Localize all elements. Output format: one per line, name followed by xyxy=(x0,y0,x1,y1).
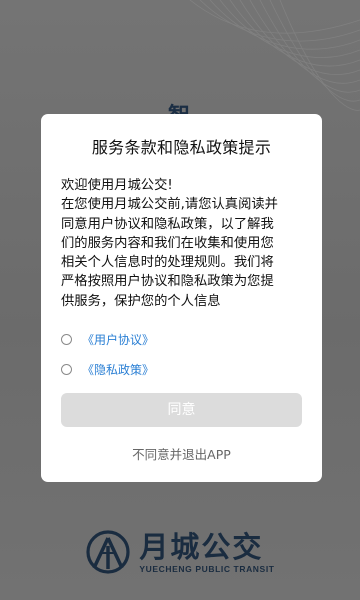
dialog-title: 服务条款和隐私政策提示 xyxy=(91,138,272,157)
body-line: 供服务，保护您的个人信息 xyxy=(61,293,221,309)
yuecheng-transit-logo-icon xyxy=(86,530,131,574)
user-agreement-option[interactable]: 《用户协议》 xyxy=(61,329,302,349)
privacy-policy-link[interactable]: 《隐私政策》 xyxy=(82,361,154,378)
agreement-options: 《用户协议》 《隐私政策》 xyxy=(61,329,302,379)
decline-and-exit-link[interactable]: 不同意并退出APP xyxy=(41,444,322,463)
body-line: 严格按照用户协议和隐私政策为您提 xyxy=(61,274,274,290)
agree-button[interactable]: 同意 xyxy=(61,393,302,427)
brand-name-en: YUECHENG PUBLIC TRANSIT xyxy=(139,563,275,574)
body-line: 同意用户协议和隐私政策，以了解我 xyxy=(61,216,274,232)
user-agreement-link[interactable]: 《用户协议》 xyxy=(82,331,154,348)
privacy-policy-option[interactable]: 《隐私政策》 xyxy=(61,359,302,379)
brand-wordmark: 月城公交 YUECHENG PUBLIC TRANSIT xyxy=(139,531,274,574)
dialog-body: 欢迎使用月城公交! 在您使用月城公交前,请您认真阅读并 同意用户协议和隐私政策，… xyxy=(61,176,302,311)
body-line: 们的服务内容和我们在收集和使用您 xyxy=(61,235,274,251)
body-line: 相关个人信息时的处理规则。我们将 xyxy=(61,255,274,271)
user-agreement-radio[interactable] xyxy=(61,333,72,345)
privacy-policy-radio[interactable] xyxy=(61,363,72,375)
body-line: 在您使用月城公交前,请您认真阅读并 xyxy=(61,197,278,213)
brand-name-cn: 月城公交 xyxy=(139,529,264,564)
privacy-consent-dialog: 服务条款和隐私政策提示 欢迎使用月城公交! 在您使用月城公交前,请您认真阅读并 … xyxy=(41,114,322,482)
brand-footer: 月城公交 YUECHENG PUBLIC TRANSIT xyxy=(0,526,360,578)
body-line: 欢迎使用月城公交! xyxy=(61,178,173,193)
